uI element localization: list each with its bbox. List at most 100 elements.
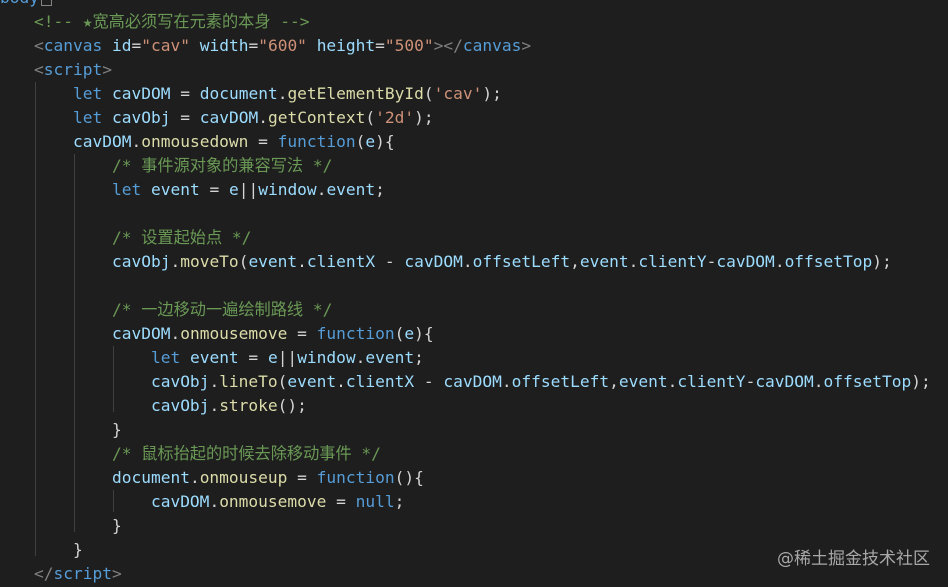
code-token: . bbox=[258, 108, 268, 127]
code-token: - bbox=[414, 372, 444, 391]
code-token: . bbox=[316, 180, 327, 199]
code-token: = bbox=[248, 36, 259, 55]
code-line[interactable]: cavDOM.onmousedown = function(e){ bbox=[34, 130, 395, 154]
code-token: e bbox=[365, 132, 376, 151]
code-line[interactable]: document.onmouseup = function(){ bbox=[34, 466, 424, 490]
code-token: getElementById bbox=[287, 84, 424, 103]
code-token: "500" bbox=[384, 36, 434, 55]
code-token: event bbox=[618, 372, 668, 391]
code-line[interactable]: } bbox=[34, 418, 122, 442]
code-token: let bbox=[111, 180, 142, 199]
code-token: e bbox=[228, 180, 239, 199]
code-token: ){ bbox=[414, 324, 434, 343]
code-token: event bbox=[248, 252, 298, 271]
code-token: script bbox=[43, 60, 103, 79]
code-line[interactable]: } bbox=[34, 514, 122, 538]
code-token: , bbox=[609, 372, 619, 391]
code-line[interactable]: /* 事件源对象的兼容写法 */ bbox=[34, 154, 332, 178]
code-token: /* 事件源对象的兼容写法 */ bbox=[111, 156, 333, 175]
code-token: 'cav' bbox=[433, 84, 483, 103]
code-token: . bbox=[209, 372, 220, 391]
code-token: clientY bbox=[638, 252, 707, 271]
code-token: function bbox=[277, 132, 356, 151]
code-line[interactable]: /* 鼠标抬起的时候去除移动事件 */ bbox=[34, 442, 381, 466]
code-token: e bbox=[267, 348, 278, 367]
code-token: let bbox=[150, 348, 181, 367]
code-token: event bbox=[326, 180, 376, 199]
code-token: clientX bbox=[306, 252, 376, 271]
truncated-tag-line: body bbox=[0, 0, 52, 8]
code-line[interactable]: </script> bbox=[34, 562, 122, 586]
code-token: ); bbox=[414, 108, 434, 127]
code-token: > bbox=[521, 36, 532, 55]
code-token: . bbox=[170, 324, 181, 343]
code-line[interactable]: } bbox=[34, 538, 83, 562]
code-token: . bbox=[774, 252, 785, 271]
code-token: canvas bbox=[462, 36, 522, 55]
code-line[interactable]: <!-- ★宽高必须写在元素的本身 --> bbox=[34, 10, 310, 34]
code-line[interactable]: cavObj.lineTo(event.clientX - cavDOM.off… bbox=[34, 370, 931, 394]
code-token: function bbox=[316, 324, 395, 343]
code-token: ></ bbox=[433, 36, 463, 55]
code-editor[interactable]: body <!-- ★宽高必须写在元素的本身 --><canvas id="ca… bbox=[0, 0, 948, 587]
code-token: < bbox=[34, 60, 44, 79]
code-token: . bbox=[336, 372, 346, 391]
code-token: onmousemove bbox=[180, 324, 288, 343]
code-line[interactable]: let event = e||window.event; bbox=[34, 346, 424, 370]
code-line[interactable]: cavDOM.onmousemove = function(e){ bbox=[34, 322, 434, 346]
truncated-tag-text: body bbox=[0, 0, 39, 7]
code-token: </ bbox=[34, 564, 54, 583]
code-token: getContext bbox=[267, 108, 366, 127]
code-token: ( bbox=[394, 324, 405, 343]
code-token: clientY bbox=[677, 372, 746, 391]
code-token: (); bbox=[277, 396, 307, 415]
code-token: script bbox=[53, 564, 112, 583]
code-token: event bbox=[189, 348, 239, 367]
watermark: @稀土掘金技术社区 bbox=[777, 549, 930, 569]
code-line[interactable]: cavDOM.onmousemove = null; bbox=[34, 490, 404, 514]
code-token: cavDOM bbox=[111, 324, 171, 343]
code-token: ); bbox=[911, 372, 931, 391]
code-token: = bbox=[375, 36, 385, 55]
code-token: . bbox=[277, 84, 288, 103]
code-token: cavDOM bbox=[111, 84, 171, 103]
code-token: moveTo bbox=[180, 252, 239, 271]
code-token: (){ bbox=[394, 468, 424, 487]
code-line[interactable]: /* 设置起始点 */ bbox=[34, 226, 251, 250]
code-line[interactable]: <canvas id="cav" width="600" height="500… bbox=[34, 34, 531, 58]
code-token: . bbox=[209, 492, 220, 511]
code-line[interactable]: cavObj.moveTo(event.clientX - cavDOM.off… bbox=[34, 250, 892, 274]
code-line[interactable]: let cavDOM = document.getElementById('ca… bbox=[34, 82, 502, 106]
code-token: /* 设置起始点 */ bbox=[111, 228, 252, 247]
code-token: canvas bbox=[43, 36, 103, 55]
fold-marker-icon[interactable] bbox=[40, 0, 52, 6]
code-token: cavObj bbox=[111, 108, 171, 127]
code-token: let bbox=[72, 84, 103, 103]
code-token: /* 一边移动一遍绘制路线 */ bbox=[111, 300, 333, 319]
code-token: || bbox=[238, 180, 259, 199]
code-token: cavDOM bbox=[404, 252, 463, 271]
code-token: cavDOM bbox=[443, 372, 502, 391]
code-line[interactable]: cavObj.stroke(); bbox=[34, 394, 307, 418]
code-token: offsetLeft bbox=[511, 372, 610, 391]
code-line[interactable]: /* 一边移动一遍绘制路线 */ bbox=[34, 298, 332, 322]
code-line[interactable]: let event = e||window.event; bbox=[34, 178, 385, 202]
code-token: null bbox=[355, 492, 395, 511]
code-token: < bbox=[34, 36, 44, 55]
code-line[interactable]: <script> bbox=[34, 58, 112, 82]
code-token: clientX bbox=[345, 372, 415, 391]
code-line[interactable]: let cavObj = cavDOM.getContext('2d'); bbox=[34, 106, 434, 130]
code-token: cavDOM bbox=[716, 252, 775, 271]
code-token: . bbox=[209, 396, 220, 415]
